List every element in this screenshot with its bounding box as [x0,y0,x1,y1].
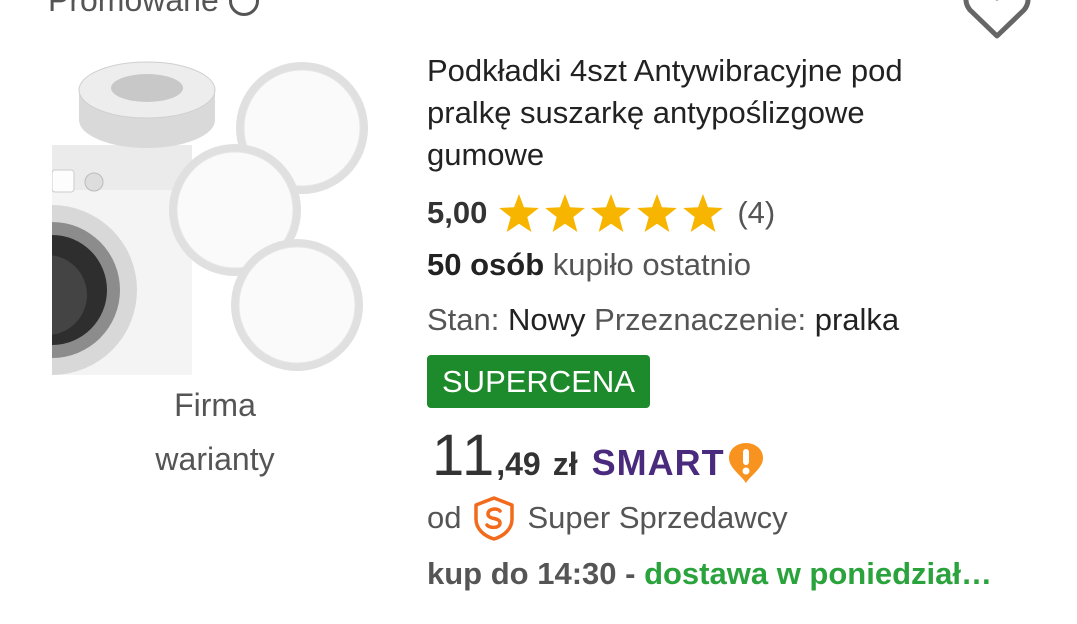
delivery-cutoff: kup do 14:30 - [427,556,636,591]
smart-logo: SMART [592,442,765,484]
variants-line-1: Firma [174,387,256,423]
delivery-info: kup do 14:30 - dostawa w poniedział… [427,556,992,592]
rating-count: (4) [737,195,776,230]
purpose-label: Przeznaczenie: [594,302,807,337]
rating-row[interactable]: 5,00 (4) [427,192,775,234]
product-title[interactable]: Podkładki 4szt Antywibracyjne pod pralkę… [427,50,987,176]
product-image[interactable] [52,40,372,375]
recent-buyers: 50 osób kupiło ostatnio [427,247,751,283]
promoted-label: Promowane [48,0,259,19]
rating-stars [499,194,724,232]
seller-name: Super Sprzedawcy [527,500,788,535]
supercena-badge: SUPERCENA [427,355,650,408]
seller-prefix: od [427,500,462,535]
price: 11 ,49 zł SMART [432,422,765,488]
star-icon [683,194,724,232]
star-icon [591,194,632,232]
heart-icon[interactable] [962,0,1032,42]
variants-label[interactable]: Firma warianty [120,378,310,486]
condition-label: Stan: [427,302,500,337]
condition-value: Nowy [508,302,586,337]
star-icon [499,194,540,232]
price-decimal: ,49 [496,446,541,482]
rating-value: 5,00 [427,195,488,230]
promoted-text: Promowane [48,0,219,18]
variants-line-2: warianty [155,441,275,477]
price-currency: zł [552,446,578,482]
star-icon [637,194,678,232]
smart-label: SMART [591,442,725,483]
super-seller-icon [474,496,515,541]
recent-buyers-text: kupiło ostatnio [552,247,751,282]
purpose-value: pralka [814,302,900,337]
seller-row[interactable]: od Super Sprzedawcy [427,495,788,541]
product-params: Stan: Nowy Przeznaczenie: pralka [427,302,899,338]
price-integer: 11 [432,423,497,488]
star-icon [545,194,586,232]
smart-exclamation-icon [728,443,763,483]
info-icon[interactable] [228,0,259,16]
delivery-date: dostawa w poniedział… [644,556,992,591]
recent-buyers-count: 50 osób [427,247,545,282]
